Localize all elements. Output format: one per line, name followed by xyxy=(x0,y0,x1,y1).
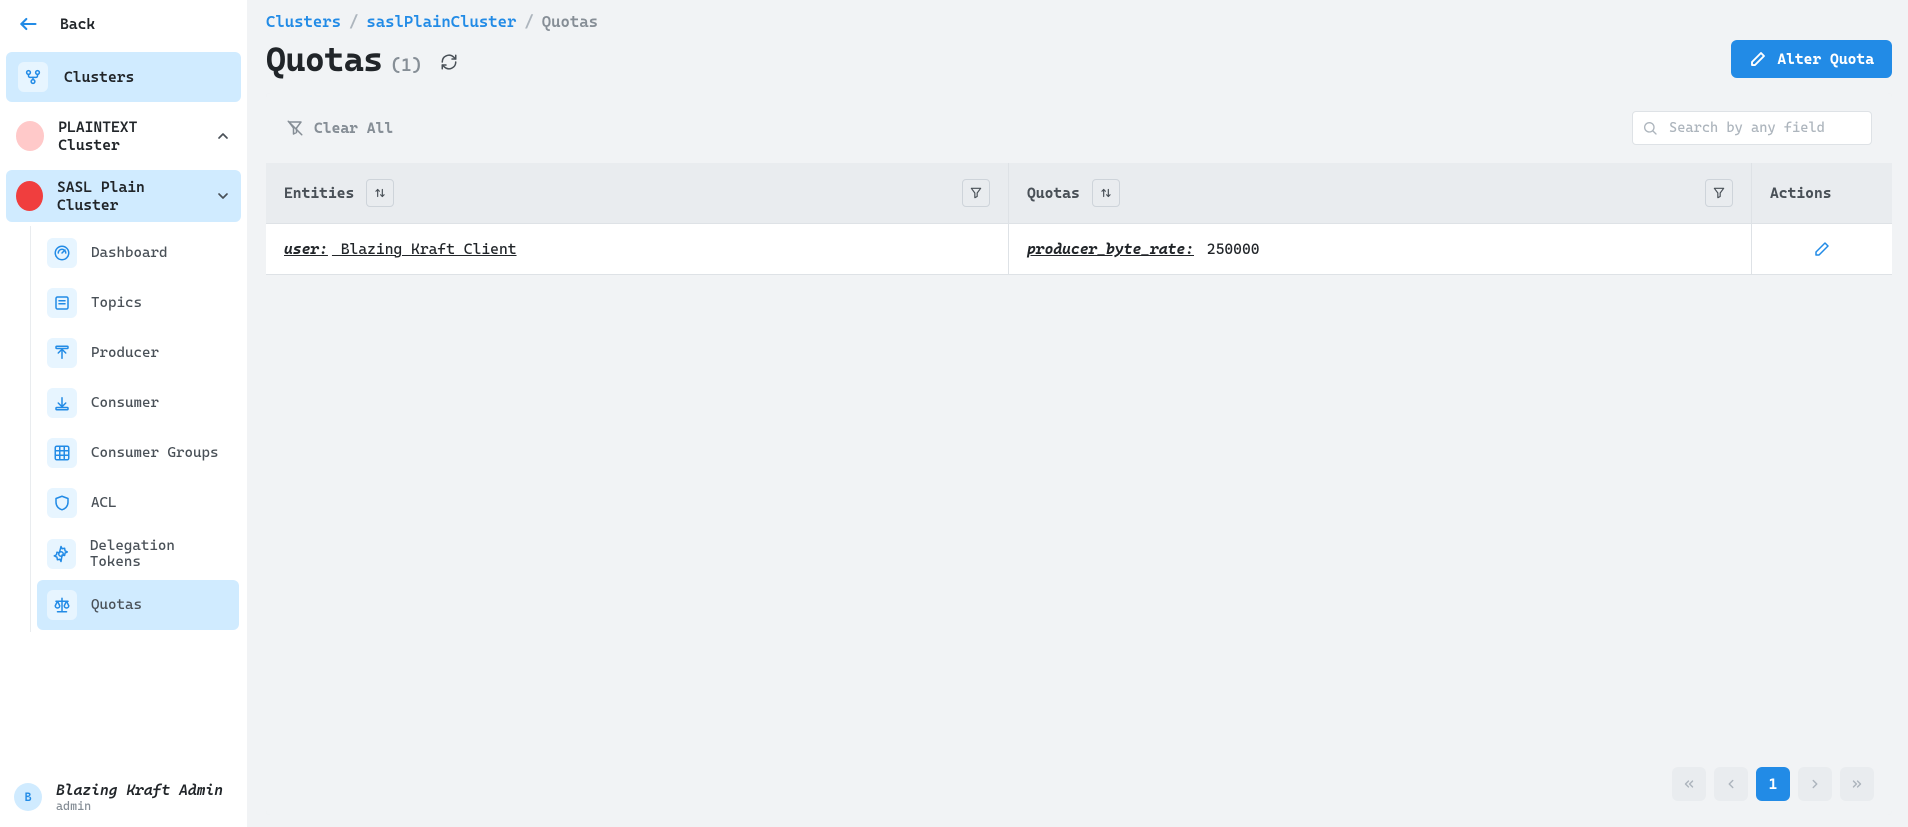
chevron-up-icon xyxy=(215,128,231,144)
filter-quotas-button[interactable] xyxy=(1705,179,1733,207)
shield-icon xyxy=(47,488,77,518)
nav-clusters[interactable]: Clusters xyxy=(6,52,241,102)
git-fork-icon xyxy=(18,62,48,92)
upload-icon xyxy=(47,338,77,368)
table-body: user: Blazing Kraft Client producer_byte… xyxy=(266,224,1892,753)
alter-quota-label: Alter Quota xyxy=(1777,50,1874,68)
refresh-button[interactable] xyxy=(440,53,458,71)
subitem-dashboard[interactable]: Dashboard xyxy=(37,228,239,278)
cluster-status-dot xyxy=(16,121,44,151)
subitem-label: Producer xyxy=(91,345,159,361)
subitem-quotas[interactable]: Quotas xyxy=(37,580,239,630)
search-input[interactable] xyxy=(1632,111,1872,145)
crumb-separator: / xyxy=(524,12,533,31)
page-title: Quotas xyxy=(266,39,383,79)
back-button[interactable]: Back xyxy=(0,0,247,48)
subitem-producer[interactable]: Producer xyxy=(37,328,239,378)
alter-quota-button[interactable]: Alter Quota xyxy=(1731,40,1892,78)
cluster-plaintext[interactable]: PLAINTEXT Cluster xyxy=(6,110,241,162)
pagination: 1 xyxy=(1672,767,1874,801)
col-quotas-label: Quotas xyxy=(1027,184,1080,202)
breadcrumb: Clusters / saslPlainCluster / Quotas xyxy=(266,8,1892,35)
crumb-separator: / xyxy=(349,12,358,31)
col-entities-label: Entities xyxy=(284,184,354,202)
sidebar: Back Clusters PLAINTEXT Cluster xyxy=(0,0,248,827)
table-row: user: Blazing Kraft Client producer_byte… xyxy=(266,224,1892,275)
scale-icon xyxy=(47,590,77,620)
cluster-plaintext-label: PLAINTEXT Cluster xyxy=(58,118,199,154)
file-icon xyxy=(47,288,77,318)
subitem-delegation-tokens[interactable]: Delegation Tokens xyxy=(37,528,239,580)
cluster-sasl-label: SASL Plain Cluster xyxy=(57,178,199,214)
user-footer[interactable]: B Blazing Kraft Admin admin xyxy=(0,771,247,827)
page-number-button[interactable]: 1 xyxy=(1756,767,1790,801)
back-label: Back xyxy=(60,15,95,33)
page-last-button[interactable] xyxy=(1840,767,1874,801)
crumb-current: Quotas xyxy=(542,12,598,31)
page-first-button[interactable] xyxy=(1672,767,1706,801)
subitem-label: Topics xyxy=(91,295,142,311)
dashboard-icon xyxy=(47,238,77,268)
cluster-status-dot xyxy=(16,181,43,211)
subitem-label: Consumer Groups xyxy=(91,445,218,461)
clear-all-label: Clear All xyxy=(314,119,393,137)
chevron-down-icon xyxy=(215,188,231,204)
quota-key: producer_byte_rate: xyxy=(1027,240,1194,258)
page-next-button[interactable] xyxy=(1798,767,1832,801)
arrow-left-icon xyxy=(14,10,42,38)
col-actions-label: Actions xyxy=(1770,184,1832,202)
cluster-submenu: Dashboard Topics Producer Consumer xyxy=(30,226,247,632)
subitem-topics[interactable]: Topics xyxy=(37,278,239,328)
edit-row-button[interactable] xyxy=(1813,240,1831,258)
settings-icon xyxy=(47,539,76,569)
download-icon xyxy=(47,388,77,418)
crumb-clusters[interactable]: Clusters xyxy=(266,12,341,31)
entity-key: user: xyxy=(284,240,328,258)
cluster-sasl[interactable]: SASL Plain Cluster xyxy=(6,170,241,222)
pencil-icon xyxy=(1749,50,1767,68)
page-prev-button[interactable] xyxy=(1714,767,1748,801)
subitem-label: Consumer xyxy=(91,395,159,411)
avatar: B xyxy=(14,783,42,811)
entity-value: Blazing Kraft Client xyxy=(332,240,517,258)
sort-quotas-button[interactable] xyxy=(1092,179,1120,207)
record-count: (1) xyxy=(391,55,423,76)
filter-entities-button[interactable] xyxy=(962,179,990,207)
subitem-label: Quotas xyxy=(91,597,142,613)
user-name: Blazing Kraft Admin xyxy=(56,781,223,799)
clear-all-button[interactable]: Clear All xyxy=(286,119,393,137)
sort-entities-button[interactable] xyxy=(366,179,394,207)
grid-icon xyxy=(47,438,77,468)
crumb-cluster-id[interactable]: saslPlainCluster xyxy=(366,12,516,31)
subitem-label: ACL xyxy=(91,495,117,511)
main-content: Clusters / saslPlainCluster / Quotas Quo… xyxy=(248,0,1908,827)
subitem-acl[interactable]: ACL xyxy=(37,478,239,528)
filter-off-icon xyxy=(286,119,304,137)
nav-clusters-label: Clusters xyxy=(64,68,134,86)
subitem-label: Delegation Tokens xyxy=(90,538,229,570)
subitem-consumer-groups[interactable]: Consumer Groups xyxy=(37,428,239,478)
subitem-label: Dashboard xyxy=(91,245,167,261)
user-role: admin xyxy=(56,799,223,813)
quota-value: 250000 xyxy=(1198,240,1260,258)
subitem-consumer[interactable]: Consumer xyxy=(37,378,239,428)
table-header: Entities Quotas xyxy=(266,163,1892,224)
search-icon xyxy=(1642,120,1658,136)
